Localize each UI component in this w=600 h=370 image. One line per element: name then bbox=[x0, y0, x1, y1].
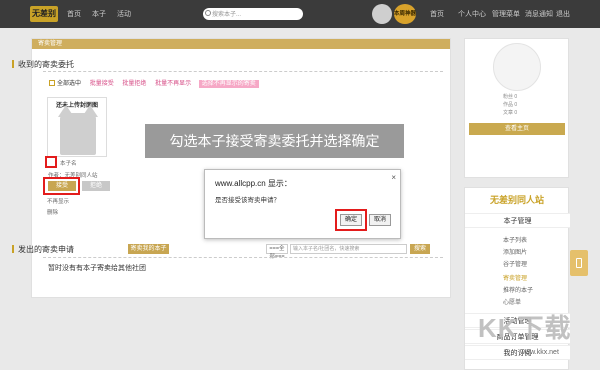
dialog-ok-button[interactable]: 确定 bbox=[340, 214, 362, 226]
select-all-label: 全部选中 bbox=[57, 81, 82, 87]
nav-right-home[interactable]: 首页 bbox=[430, 9, 444, 19]
divider bbox=[43, 71, 443, 72]
nav-home[interactable]: 首页 bbox=[67, 9, 81, 19]
user-avatar[interactable] bbox=[372, 4, 392, 24]
profile-avatar[interactable] bbox=[493, 43, 541, 91]
profile-card: 粉丝 0 作品 0 文章 0 查看主页 bbox=[464, 38, 569, 178]
delete-link[interactable]: 删除 bbox=[47, 208, 58, 216]
confirm-dialog: www.allcpp.cn 显示： × 是否接受该寄卖申请？ 确定 取消 bbox=[204, 169, 401, 239]
view-homepage-button[interactable]: 查看主页 bbox=[469, 123, 565, 135]
select-all-checkbox[interactable] bbox=[49, 80, 55, 86]
watermark-logo: KK下载 bbox=[478, 313, 572, 343]
checkbox-highlight[interactable] bbox=[45, 156, 57, 168]
divider bbox=[43, 257, 443, 258]
nav-messages[interactable]: 消息通知 bbox=[525, 9, 553, 19]
dialog-cancel-button[interactable]: 取消 bbox=[369, 214, 391, 226]
close-icon[interactable]: × bbox=[391, 173, 396, 182]
empty-message: 暂时没有有本子寄卖给其他社团 bbox=[48, 265, 146, 272]
filter-select[interactable]: ===全部=== bbox=[266, 244, 288, 260]
reject-button[interactable]: 拒绝 bbox=[82, 181, 110, 191]
bulk-reject-link[interactable]: 批量拒绝 bbox=[122, 81, 146, 87]
bulk-toolbar: 全部选中 批量接受 批量拒绝 批量不再显示 选择不再显示的寄卖 bbox=[49, 78, 259, 88]
select-hidden-button[interactable]: 选择不再显示的寄卖 bbox=[198, 80, 259, 88]
bulk-hide-link[interactable]: 批量不再显示 bbox=[155, 81, 191, 87]
nav-books[interactable]: 本子 bbox=[92, 9, 106, 19]
dialog-title: www.allcpp.cn 显示： bbox=[215, 179, 292, 188]
filter-search-button[interactable]: 搜索 bbox=[410, 244, 430, 254]
top-navigation-bar: 无差别 首页 本子 活动 搜索本子... 本周神器 首页 个人中心 管理菜单 消… bbox=[0, 0, 600, 28]
stat-fans: 粉丝 0 bbox=[503, 94, 518, 100]
instruction-tip: 勾选本子接受寄卖委托并选择确定 bbox=[145, 124, 404, 158]
no-show-link[interactable]: 不再显示 bbox=[47, 197, 69, 205]
accept-button[interactable]: 接受 bbox=[48, 181, 76, 191]
search-icon bbox=[205, 10, 211, 16]
nav-events[interactable]: 活动 bbox=[117, 9, 131, 19]
brand-logo: 无差别同人站 bbox=[489, 195, 544, 205]
nav-user-center[interactable]: 个人中心 bbox=[458, 9, 486, 19]
received-section-title: 收到的寄卖委托 bbox=[12, 59, 74, 70]
weekly-badge[interactable]: 本周神器 bbox=[394, 4, 416, 24]
nav-manage-menu[interactable]: 管理菜单 bbox=[492, 9, 520, 19]
consignment-panel: 寄卖管理 bbox=[31, 38, 451, 298]
filter-input[interactable]: 输入本子名/社团名，快速搜索 bbox=[290, 244, 407, 254]
panel-header: 寄卖管理 bbox=[32, 39, 450, 49]
consign-my-book-button[interactable]: 寄卖我的本子 bbox=[128, 244, 169, 254]
bulk-accept-link[interactable]: 批量接受 bbox=[90, 81, 114, 87]
menu-item-goods[interactable]: 谷子管理 bbox=[503, 259, 527, 268]
phone-icon[interactable] bbox=[570, 250, 588, 276]
watermark-url: www.kkx.net bbox=[520, 349, 559, 356]
menu-item-book-list[interactable]: 本子列表 bbox=[503, 235, 527, 244]
menu-item-wishlist[interactable]: 心愿单 bbox=[503, 297, 521, 306]
stat-articles: 文章 0 bbox=[503, 110, 518, 116]
dialog-message: 是否接受该寄卖申请？ bbox=[215, 197, 280, 204]
sent-section-title: 发出的寄卖申请 bbox=[12, 244, 74, 255]
nav-logout[interactable]: 退出 bbox=[556, 9, 570, 19]
cover-placeholder-label: 还未上传封面图 bbox=[55, 103, 98, 109]
stat-works: 作品 0 bbox=[503, 102, 518, 108]
search-input[interactable]: 搜索本子... bbox=[203, 8, 303, 20]
book-name: 本子名 bbox=[60, 161, 77, 167]
cat-placeholder-icon bbox=[58, 105, 98, 155]
site-logo[interactable]: 无差别 bbox=[30, 6, 58, 22]
menu-book-manage[interactable]: 本子管理 bbox=[465, 213, 570, 228]
search-placeholder: 搜索本子... bbox=[212, 12, 242, 18]
menu-item-consignment[interactable]: 寄卖管理 bbox=[503, 273, 527, 282]
menu-item-add-image[interactable]: 添加图片 bbox=[503, 247, 527, 256]
menu-item-recommended[interactable]: 推荐的本子 bbox=[503, 285, 533, 294]
